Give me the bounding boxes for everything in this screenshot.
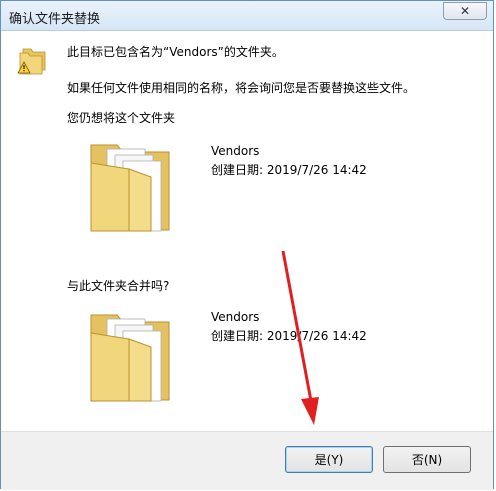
prompt-keep: 您仍想将这个文件夹 bbox=[67, 111, 176, 125]
existing-folder-name: Vendors bbox=[211, 144, 260, 158]
close-icon: ✕ bbox=[459, 4, 471, 18]
source-folder-name: Vendors bbox=[211, 310, 260, 324]
title-bar[interactable]: 确认文件夹替换 ✕ bbox=[1, 1, 493, 31]
window-title: 确认文件夹替换 bbox=[9, 12, 101, 27]
close-button[interactable]: ✕ bbox=[443, 2, 487, 20]
yes-button[interactable]: 是(Y) bbox=[285, 446, 373, 473]
confirm-folder-replace-dialog: 确认文件夹替换 ✕ 此目标已包含名为“Vendors”的文件夹。 如果任何文件使… bbox=[0, 0, 494, 490]
button-bar: 是(Y) 否(N) bbox=[1, 431, 493, 490]
prompt-merge: 与此文件夹合并吗? bbox=[67, 279, 170, 293]
dialog-content: 此目标已包含名为“Vendors”的文件夹。 如果任何文件使用相同的名称，将会询… bbox=[1, 31, 493, 431]
message-line-2: 如果任何文件使用相同的名称，将会询问您是否要替换这些文件。 bbox=[67, 81, 416, 95]
folder-icon[interactable] bbox=[89, 303, 173, 403]
folder-icon[interactable] bbox=[89, 133, 173, 233]
warning-folder-icon bbox=[17, 48, 46, 75]
source-folder-date: 创建日期: 2019/7/26 14:42 bbox=[211, 329, 367, 343]
existing-folder-date: 创建日期: 2019/7/26 14:42 bbox=[211, 163, 367, 177]
no-button[interactable]: 否(N) bbox=[383, 446, 471, 473]
message-line-1: 此目标已包含名为“Vendors”的文件夹。 bbox=[67, 45, 284, 59]
